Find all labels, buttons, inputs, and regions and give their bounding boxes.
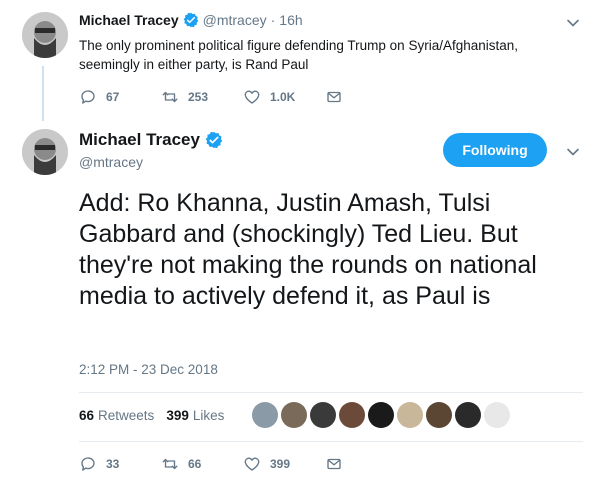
main-like-button[interactable]: 399	[243, 455, 325, 473]
envelope-icon	[327, 458, 341, 470]
reply-icon	[81, 457, 95, 471]
liker-avatar[interactable]	[426, 402, 452, 428]
main-tweet-timestamp[interactable]: 2:12 PM - 23 Dec 2018	[79, 362, 218, 377]
main-action-bar: 33 66 399	[79, 455, 343, 473]
verified-badge-icon	[183, 12, 198, 28]
parent-avatar[interactable]	[22, 12, 68, 58]
likes-stat[interactable]: 399 Likes	[166, 408, 224, 423]
parent-tweet-time[interactable]: 16h	[279, 12, 302, 28]
main-author-name-text: Michael Tracey	[79, 130, 200, 149]
heart-icon	[244, 457, 260, 471]
main-like-count: 399	[270, 457, 291, 471]
main-tweet-text: Add: Ro Khanna, Justin Amash, Tulsi Gabb…	[79, 189, 537, 310]
main-more-chevron-icon[interactable]	[566, 145, 580, 159]
retweets-stat[interactable]: 66 Retweets	[79, 408, 154, 423]
avatar-image	[22, 129, 68, 175]
main-author-handle[interactable]: @mtracey	[79, 154, 143, 170]
main-reply-count: 33	[106, 457, 120, 471]
main-retweet-button[interactable]: 66	[161, 455, 243, 473]
parent-like-count: 1.0K	[270, 90, 296, 104]
divider	[79, 441, 583, 442]
main-author-name[interactable]: Michael Tracey	[79, 130, 227, 150]
main-avatar[interactable]	[22, 129, 68, 175]
main-dm-button[interactable]	[325, 455, 343, 473]
liker-avatar[interactable]	[397, 402, 423, 428]
liker-avatar[interactable]	[281, 402, 307, 428]
parent-retweet-count: 253	[188, 90, 209, 104]
verified-badge-icon	[205, 131, 223, 149]
retweet-count: 66	[79, 408, 95, 423]
parent-author-handle[interactable]: @mtracey	[203, 12, 267, 28]
separator-dot: ·	[270, 12, 276, 28]
reply-icon	[81, 90, 95, 104]
liker-avatar[interactable]	[310, 402, 336, 428]
parent-action-bar: 67 253 1.0K	[79, 88, 343, 106]
parent-tweet-header: Michael Tracey @mtracey · 16h	[79, 12, 303, 28]
parent-reply-count: 67	[106, 90, 120, 104]
following-button[interactable]: Following	[443, 133, 547, 167]
liker-avatar[interactable]	[484, 402, 510, 428]
heart-icon	[244, 90, 260, 104]
liker-avatar[interactable]	[252, 402, 278, 428]
main-retweet-count: 66	[188, 457, 202, 471]
parent-retweet-button[interactable]: 253	[161, 88, 243, 106]
tweet-stats: 66 Retweets 399 Likes	[79, 408, 236, 423]
liker-avatar[interactable]	[339, 402, 365, 428]
divider	[79, 392, 583, 393]
parent-tweet-text: The only prominent political figure defe…	[79, 38, 519, 72]
envelope-icon	[327, 91, 341, 103]
retweet-icon	[162, 91, 178, 103]
parent-reply-button[interactable]: 67	[79, 88, 161, 106]
liker-avatars	[252, 402, 513, 428]
like-count: 399	[166, 408, 189, 423]
parent-dm-button[interactable]	[325, 88, 343, 106]
liker-avatar[interactable]	[368, 402, 394, 428]
main-reply-button[interactable]: 33	[79, 455, 161, 473]
parent-more-chevron-icon[interactable]	[566, 16, 580, 30]
like-label: Likes	[192, 408, 225, 423]
avatar-image	[22, 12, 68, 58]
parent-like-button[interactable]: 1.0K	[243, 88, 325, 106]
retweet-icon	[162, 458, 178, 470]
liker-avatar[interactable]	[455, 402, 481, 428]
thread-connector	[42, 66, 44, 121]
parent-author-name[interactable]: Michael Tracey	[79, 12, 179, 28]
retweet-label: Retweets	[98, 408, 155, 423]
